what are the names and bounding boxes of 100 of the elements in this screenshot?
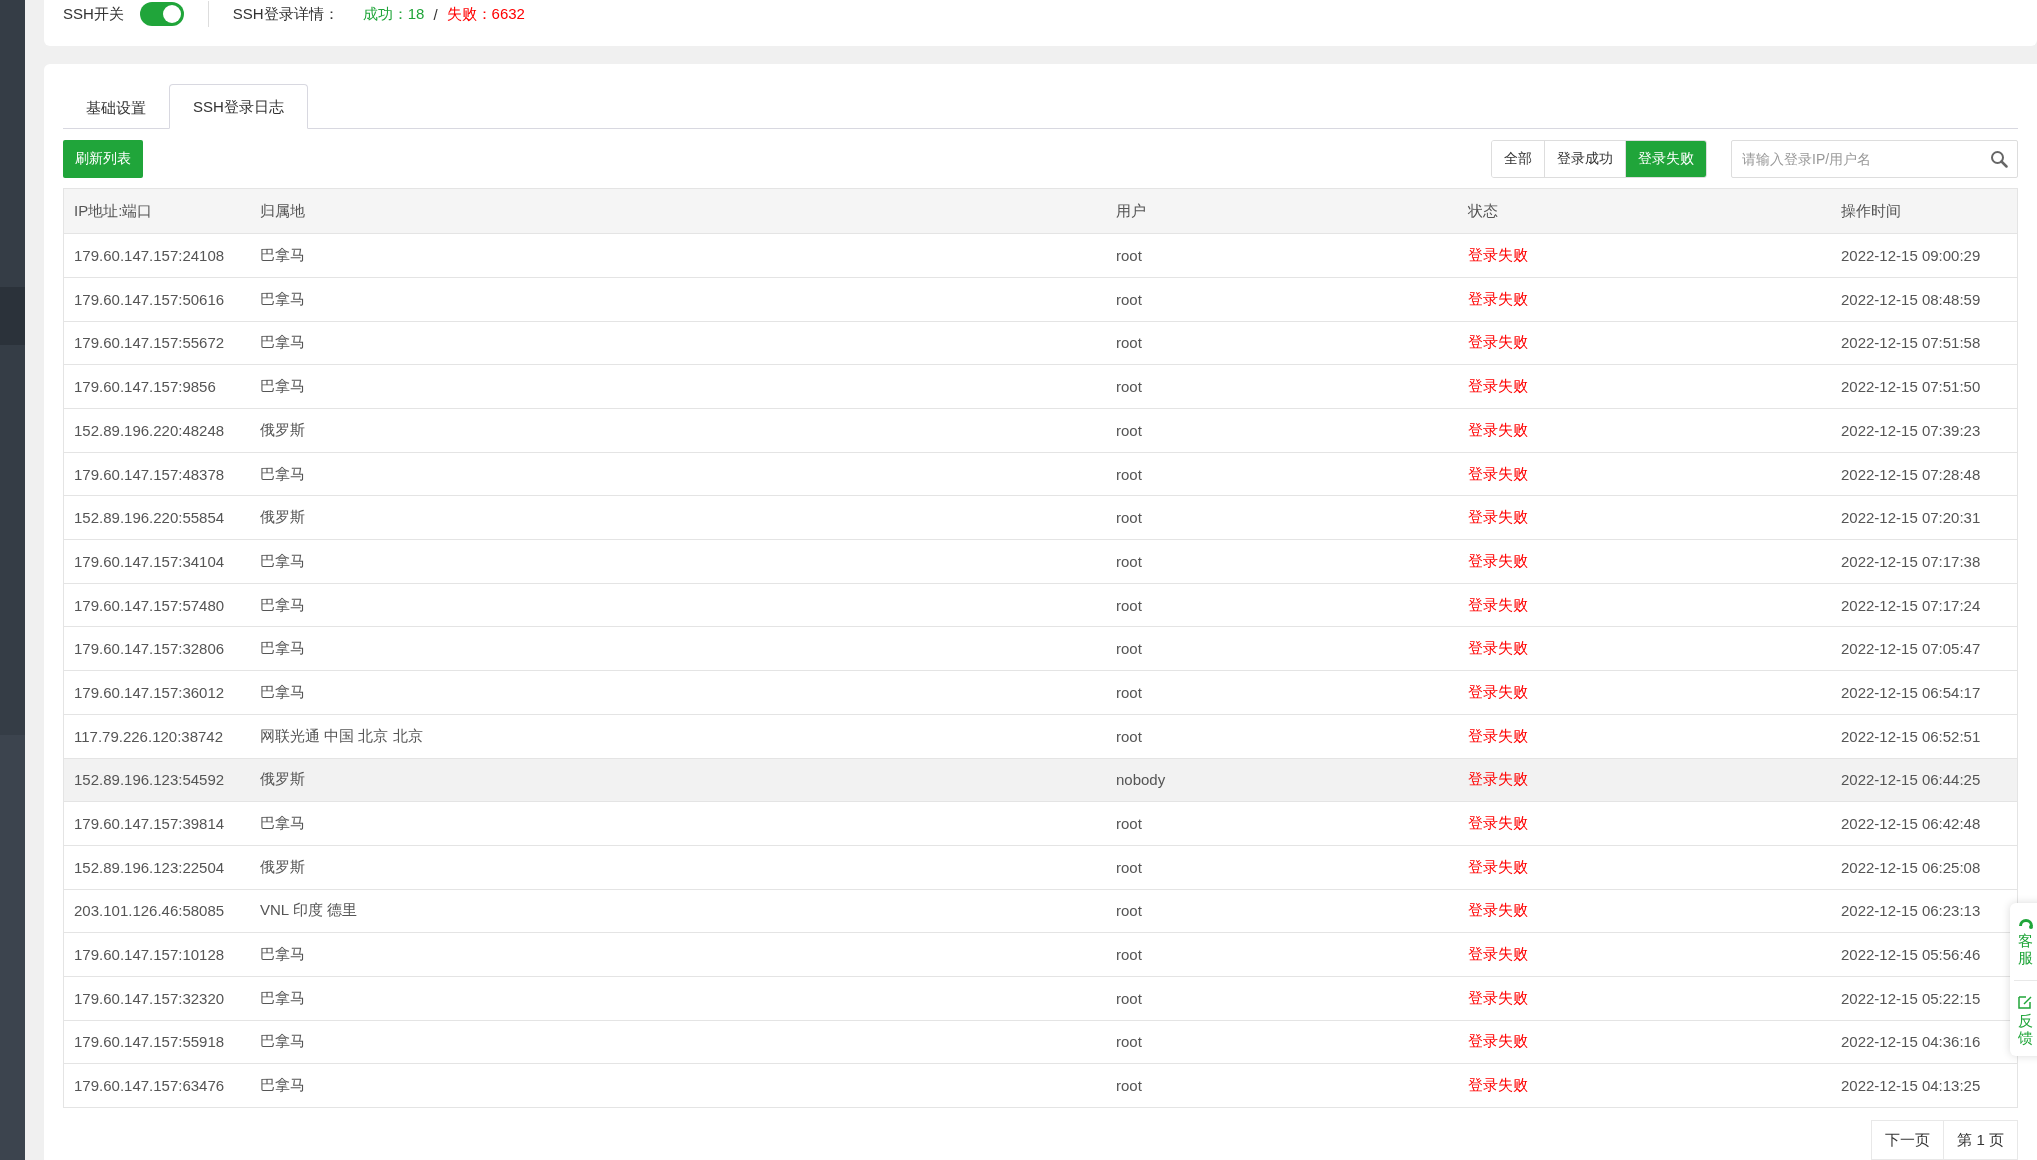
table-row[interactable]: 179.60.147.157:55672 巴拿马 root 登录失败 2022-12-15 07:51:58	[64, 320, 2017, 365]
status-text: 登录失败	[1467, 377, 1529, 397]
table-cell-text: 网联光通 中国 北京 北京	[259, 726, 424, 746]
failure-count: 失败：6632	[446, 4, 525, 24]
table-cell-text: 152.89.196.220:55854	[73, 509, 226, 527]
table-cell-text: root	[1115, 727, 1143, 745]
table-row[interactable]: 152.89.196.220:48248 俄罗斯 root 登录失败 2022-12-15 07:39:23	[64, 408, 2017, 452]
tab[interactable]: 基础设置	[63, 85, 169, 130]
table-row[interactable]: 179.60.147.157:63476 巴拿马 root 登录失败 2022-12-15 04:13:25	[64, 1063, 2017, 1107]
table-cell-text: 2022-12-15 06:44:25	[1840, 771, 1982, 789]
switch-label: SSH开关	[63, 4, 124, 24]
status-text: 登录失败	[1467, 901, 1529, 921]
table-cell-text: VNL 印度 德里	[259, 901, 358, 921]
table-row[interactable]: 152.89.196.220:55854 俄罗斯 root 登录失败 2022-12-15 07:20:31	[64, 495, 2017, 540]
table-cell-text: 巴拿马	[259, 333, 306, 353]
table-cell-text: root	[1115, 1033, 1143, 1051]
table-cell-text: 2022-12-15 06:42:48	[1840, 815, 1982, 833]
table-cell-text: root	[1115, 334, 1143, 352]
status-text: 登录失败	[1467, 988, 1529, 1008]
table-cell-text: root	[1115, 683, 1143, 701]
status-text: 登录失败	[1467, 333, 1529, 353]
column-header: 状态	[1467, 201, 1499, 221]
table-cell-text: 2022-12-15 06:25:08	[1840, 858, 1982, 876]
table-cell-text: 117.79.226.120:38742	[73, 727, 225, 745]
column-header: 操作时间	[1840, 201, 1902, 221]
table-cell-text: 巴拿马	[259, 988, 306, 1008]
table-row[interactable]: 179.60.147.157:9856 巴拿马 root 登录失败 2022-12-15 07:51:50	[64, 364, 2017, 408]
status-text: 登录失败	[1467, 464, 1529, 484]
table-row[interactable]: 179.60.147.157:32806 巴拿马 root 登录失败 2022-12-15 07:05:47	[64, 626, 2017, 671]
status-text: 登录失败	[1467, 682, 1529, 702]
table-cell-text: 2022-12-15 07:51:50	[1840, 378, 1982, 396]
table-row[interactable]: 179.60.147.157:34104 巴拿马 root 登录失败 2022-12-15 07:17:38	[64, 539, 2017, 583]
table-cell-text: 2022-12-15 07:28:48	[1840, 465, 1982, 483]
table-cell-text: 179.60.147.157:39814	[73, 815, 226, 833]
table-cell-text: 179.60.147.157:32806	[73, 640, 226, 658]
table-row[interactable]: 179.60.147.157:50616 巴拿马 root 登录失败 2022-12-15 08:48:59	[64, 276, 2017, 321]
filter-button[interactable]: 全部	[1492, 141, 1545, 178]
table-cell-text: root	[1115, 902, 1143, 920]
table-cell-text: nobody	[1115, 771, 1167, 789]
table-cell-text: 2022-12-15 08:48:59	[1840, 290, 1982, 308]
page-button[interactable]: 下一页	[1871, 1120, 1945, 1160]
table-cell-text: 2022-12-15 07:39:23	[1840, 421, 1982, 439]
table-cell-text: 152.89.196.123:54592	[73, 771, 226, 789]
table-cell-text: 2022-12-15 07:20:31	[1840, 509, 1982, 527]
table-cell-text: root	[1115, 421, 1143, 439]
table-row[interactable]: 152.89.196.123:54592 俄罗斯 nobody 登录失败 2022-12-15 06:44:25	[64, 757, 2017, 802]
table-cell-text: root	[1115, 640, 1143, 658]
table-row[interactable]: 117.79.226.120:38742 网联光通 中国 北京 北京 root 登录失败 2022-12-15 06:52:51	[64, 713, 2017, 758]
table-cell-text: 2022-12-15 07:05:47	[1840, 640, 1982, 658]
table-cell-text: root	[1115, 509, 1143, 527]
table-cell-text: root	[1115, 378, 1143, 396]
table-cell-text: 2022-12-15 07:51:58	[1840, 334, 1982, 352]
status-text: 登录失败	[1467, 639, 1529, 659]
table-cell-text: 俄罗斯	[259, 508, 306, 528]
table-cell-text: root	[1115, 858, 1143, 876]
table-cell-text: 179.60.147.157:55672	[73, 334, 226, 352]
table-row[interactable]: 179.60.147.157:24108 巴拿马 root 登录失败 2022-12-15 09:00:29	[64, 233, 2017, 277]
table-cell-text: 巴拿马	[259, 289, 306, 309]
table-cell-text: 2022-12-15 07:17:24	[1840, 596, 1982, 614]
table-row[interactable]: 203.101.126.46:58085 VNL 印度 德里 root 登录失败 2022-12-15 06:23:13	[64, 888, 2017, 933]
search-icon[interactable]	[1990, 150, 2008, 169]
table-row[interactable]: 152.89.196.123:22504 俄罗斯 root 登录失败 2022-12-15 06:25:08	[64, 844, 2017, 889]
table-cell-text: root	[1115, 1077, 1143, 1095]
table-cell-text: 203.101.126.46:58085	[73, 902, 226, 920]
table-cell-text: 巴拿马	[259, 1076, 306, 1096]
table-row[interactable]: 179.60.147.157:36012 巴拿马 root 登录失败 2022-12-15 06:54:17	[64, 670, 2017, 714]
status-text: 登录失败	[1467, 857, 1529, 877]
table-row[interactable]: 179.60.147.157:48378 巴拿马 root 登录失败 2022-12-15 07:28:48	[64, 451, 2017, 496]
table-cell-text: 2022-12-15 05:22:15	[1840, 989, 1982, 1007]
success-count: 成功：18	[362, 4, 425, 24]
status-text: 登录失败	[1467, 595, 1529, 615]
page-button[interactable]: 第 1 页	[1943, 1120, 2018, 1160]
table-cell-text: root	[1115, 596, 1143, 614]
table-cell-text: 2022-12-15 09:00:29	[1840, 247, 1982, 265]
status-text: 登录失败	[1467, 508, 1529, 528]
status-text: 登录失败	[1467, 726, 1529, 746]
table-cell-text: 179.60.147.157:34104	[73, 552, 226, 570]
edit-icon[interactable]	[2018, 995, 2032, 1009]
table-cell-text: 巴拿马	[259, 945, 306, 965]
table-cell-text: 179.60.147.157:50616	[73, 290, 226, 308]
table-cell-text: 2022-12-15 04:13:25	[1840, 1077, 1982, 1095]
table-cell-text: 巴拿马	[259, 1032, 306, 1052]
table-cell-text: 俄罗斯	[259, 420, 306, 440]
table-cell-text: 179.60.147.157:9856	[73, 378, 217, 396]
status-text: 登录失败	[1467, 1076, 1529, 1096]
ssh-toggle[interactable]	[139, 2, 184, 27]
table-row[interactable]: 179.60.147.157:39814 巴拿马 root 登录失败 2022-12-15 06:42:48	[64, 801, 2017, 845]
table-row[interactable]: 179.60.147.157:57480 巴拿马 root 登录失败 2022-12-15 07:17:24	[64, 582, 2017, 627]
table-cell-text: root	[1115, 815, 1143, 833]
table-cell-text: root	[1115, 552, 1143, 570]
table-cell-text: root	[1115, 465, 1143, 483]
table-cell-text: 2022-12-15 06:23:13	[1840, 902, 1982, 920]
table-cell-text: 179.60.147.157:10128	[73, 946, 226, 964]
table-cell-text: root	[1115, 247, 1143, 265]
column-header: 用户	[1115, 201, 1147, 221]
details-label: SSH登录详情：	[232, 4, 339, 24]
search-field[interactable]: 请输入登录IP/用户名	[1731, 140, 2018, 179]
tab[interactable]: SSH登录日志	[169, 84, 308, 130]
table-cell-text: 2022-12-15 07:17:38	[1840, 552, 1982, 570]
table-cell-text: 俄罗斯	[259, 857, 306, 877]
